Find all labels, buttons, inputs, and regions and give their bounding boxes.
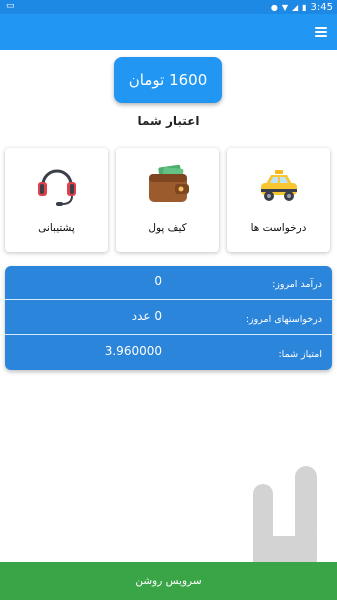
battery-icon: ▮ bbox=[302, 2, 307, 12]
app-bar bbox=[0, 14, 337, 50]
requests-card[interactable]: درخواست ها bbox=[227, 148, 330, 252]
credit-label: اعتبار شما bbox=[137, 114, 200, 128]
credit-amount: 1600 تومان bbox=[114, 57, 222, 103]
headset-icon bbox=[5, 160, 108, 210]
support-card[interactable]: پشتیبانی bbox=[5, 148, 108, 252]
requests-card-label: درخواست ها bbox=[250, 222, 307, 234]
score-value: 3.960000 bbox=[104, 344, 162, 358]
stats-panel: درآمد امروز: 0 درخواستهای امروز: 0 عدد ا… bbox=[5, 266, 332, 370]
signal-icon: ◢ bbox=[291, 2, 299, 12]
hamburger-menu-icon[interactable] bbox=[315, 27, 327, 37]
income-label: درآمد امروز: bbox=[272, 279, 322, 290]
wifi-icon: ▼ bbox=[281, 2, 288, 12]
score-label: امتیاز شما: bbox=[278, 349, 322, 360]
wallet-card[interactable]: کیف پول bbox=[116, 148, 219, 252]
location-icon: ● bbox=[270, 2, 278, 12]
service-on-button[interactable]: سرویس روشن bbox=[0, 562, 337, 600]
status-time: 3:45 bbox=[310, 1, 333, 13]
service-on-label: سرویس روشن bbox=[135, 575, 202, 587]
income-value: 0 bbox=[154, 274, 162, 288]
income-row: درآمد امروز: 0 bbox=[5, 266, 332, 300]
requests-row: درخواستهای امروز: 0 عدد bbox=[5, 301, 332, 335]
notification-icon: ▭ bbox=[6, 1, 15, 11]
wallet-card-label: کیف پول bbox=[148, 222, 187, 234]
score-row: امتیاز شما: 3.960000 bbox=[5, 336, 332, 370]
requests-value: 0 عدد bbox=[131, 309, 162, 323]
status-bar: ▭ ● ▼ ◢ ▮ 3:45 bbox=[0, 0, 337, 14]
wallet-icon bbox=[116, 160, 219, 210]
support-card-label: پشتیبانی bbox=[38, 222, 75, 234]
credit-amount-text: 1600 تومان bbox=[128, 71, 208, 89]
taxi-icon bbox=[227, 160, 330, 210]
requests-label: درخواستهای امروز: bbox=[245, 314, 322, 325]
